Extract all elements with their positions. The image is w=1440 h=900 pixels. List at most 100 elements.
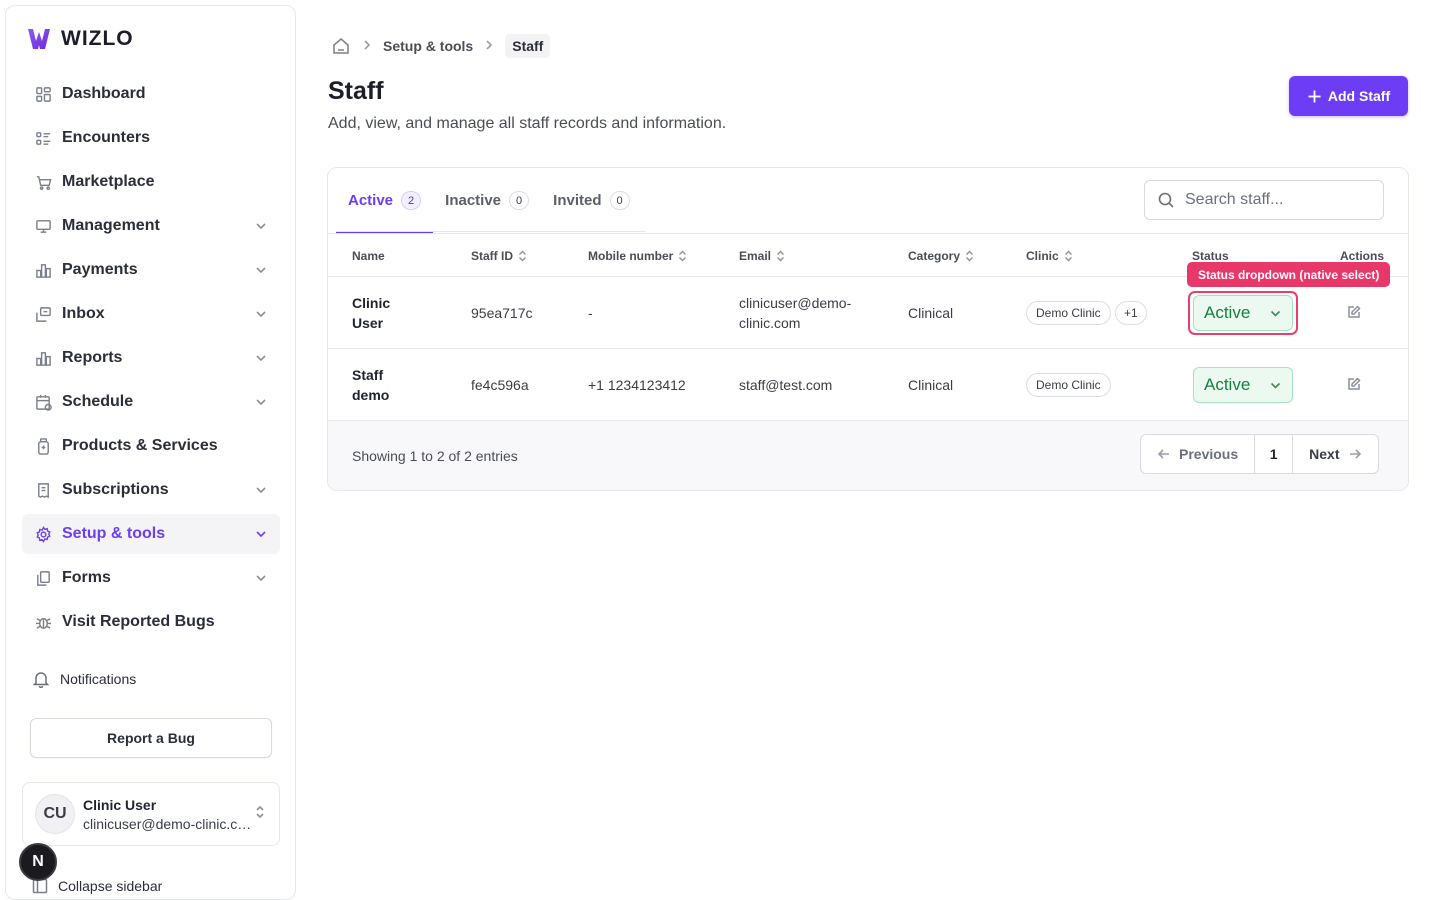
chevron-up-down-icon xyxy=(253,805,267,824)
column-header-name: Name xyxy=(352,249,385,263)
user-info: Clinic User clinicuser@demo-clinic.com xyxy=(83,797,253,832)
status-tabs: Active 2 Inactive 0 Invited 0 xyxy=(336,168,642,233)
bar-chart-icon xyxy=(34,261,52,279)
chevron-right-icon xyxy=(361,38,373,54)
chevron-down-icon xyxy=(254,307,268,321)
bug-icon xyxy=(34,613,52,631)
sidebar-item-visit-reported-bugs[interactable]: Visit Reported Bugs xyxy=(22,602,280,642)
status-dropdown-annotation: Status dropdown (native select) xyxy=(1187,262,1391,287)
entries-summary: Showing 1 to 2 of 2 entries xyxy=(352,448,518,464)
search-input[interactable] xyxy=(1185,191,1365,209)
staff-email: clinicuser@demo-clinic.com xyxy=(739,295,852,331)
report-bug-button[interactable]: Report a Bug xyxy=(30,718,272,758)
column-header-mobile[interactable]: Mobile number xyxy=(588,249,687,263)
monitor-icon xyxy=(34,217,52,235)
notifications-link[interactable]: Notifications xyxy=(32,670,136,688)
chevron-down-icon xyxy=(254,219,268,233)
status-select[interactable]: Active xyxy=(1193,295,1293,331)
breadcrumb-current: Staff xyxy=(505,34,551,58)
sidebar-item-label: Management xyxy=(62,217,160,234)
chevron-down-icon xyxy=(1270,382,1281,389)
sidebar-item-management[interactable]: Management xyxy=(22,206,280,246)
column-header-category[interactable]: Category xyxy=(908,249,974,263)
collapse-sidebar-button[interactable]: Collapse sidebar xyxy=(32,878,162,894)
page-number-button[interactable]: 1 xyxy=(1254,435,1294,473)
page-subtitle: Add, view, and manage all staff records … xyxy=(328,115,727,132)
sidebar-item-payments[interactable]: Payments xyxy=(22,250,280,290)
sort-icon xyxy=(777,250,785,262)
tab-count-badge: 0 xyxy=(609,191,630,210)
chevron-down-icon xyxy=(254,351,268,365)
next-page-button[interactable]: Next xyxy=(1293,435,1377,473)
edit-icon[interactable] xyxy=(1347,305,1363,321)
chevron-down-icon xyxy=(254,527,268,541)
tab-count-badge: 2 xyxy=(401,191,422,210)
table-footer: Showing 1 to 2 of 2 entries Previous 1 N… xyxy=(328,421,1408,490)
bar-chart-icon xyxy=(34,349,52,367)
column-header-status: Status xyxy=(1192,249,1229,263)
sidebar-item-forms[interactable]: Forms xyxy=(22,558,280,598)
sort-icon xyxy=(679,250,687,262)
tab-label: Inactive xyxy=(445,192,502,209)
staff-name: Staff demo xyxy=(352,367,390,403)
search-icon xyxy=(1158,192,1174,208)
add-staff-button[interactable]: Add Staff xyxy=(1289,76,1408,116)
collapse-sidebar-label: Collapse sidebar xyxy=(58,878,163,894)
chevron-right-icon xyxy=(483,38,495,54)
user-menu[interactable]: CU Clinic User clinicuser@demo-clinic.co… xyxy=(22,782,280,846)
staff-table-card: Active 2 Inactive 0 Invited 0 Name Staff… xyxy=(327,167,1409,491)
sidebar-item-label: Schedule xyxy=(62,393,134,410)
status-value: Active xyxy=(1204,375,1251,394)
tab-inactive[interactable]: Inactive 0 xyxy=(433,168,541,233)
column-header-email[interactable]: Email xyxy=(739,249,785,263)
sidebar-item-label: Marketplace xyxy=(62,173,155,190)
staff-mobile: +1 1234123412 xyxy=(588,377,686,393)
staff-category: Clinical xyxy=(908,377,954,393)
sidebar-nav: Dashboard Encounters Marketplace Managem… xyxy=(22,74,280,646)
home-icon[interactable] xyxy=(331,36,351,56)
sidebar-item-setup-tools[interactable]: Setup & tools xyxy=(22,514,280,554)
sidebar-item-label: Reports xyxy=(62,349,123,366)
column-header-clinic[interactable]: Clinic xyxy=(1026,249,1073,263)
files-icon xyxy=(34,569,52,587)
floating-n-badge[interactable]: N xyxy=(19,843,57,881)
sidebar-item-subscriptions[interactable]: Subscriptions xyxy=(22,470,280,510)
edit-icon[interactable] xyxy=(1347,377,1363,393)
previous-page-button[interactable]: Previous xyxy=(1141,435,1254,473)
breadcrumb-setup-tools[interactable]: Setup & tools xyxy=(383,38,473,54)
chevron-down-icon xyxy=(254,483,268,497)
bell-icon xyxy=(32,672,50,688)
sidebar-item-products-services[interactable]: Products & Services xyxy=(22,426,280,466)
tab-invited[interactable]: Invited 0 xyxy=(541,168,641,233)
sidebar-item-schedule[interactable]: Schedule xyxy=(22,382,280,422)
tab-label: Invited xyxy=(553,192,602,209)
clinic-pill: Demo Clinic xyxy=(1026,373,1111,397)
user-email: clinicuser@demo-clinic.com xyxy=(83,815,253,832)
sidebar-item-reports[interactable]: Reports xyxy=(22,338,280,378)
tab-label: Active xyxy=(348,192,394,209)
user-name: Clinic User xyxy=(83,796,157,813)
wizlo-logo-icon xyxy=(28,29,50,49)
sidebar-item-inbox[interactable]: Inbox xyxy=(22,294,280,334)
plus-icon xyxy=(1308,90,1321,102)
column-header-staff-id[interactable]: Staff ID xyxy=(471,249,527,263)
sidebar-item-label: Subscriptions xyxy=(62,481,169,498)
dashboard-icon xyxy=(34,85,52,103)
chevron-down-icon xyxy=(254,395,268,409)
column-header-actions: Actions xyxy=(1340,249,1385,263)
arrow-left-icon xyxy=(1157,449,1169,459)
arrow-right-icon xyxy=(1349,449,1361,459)
search-box[interactable] xyxy=(1144,180,1384,220)
inbox-icon xyxy=(34,305,52,323)
add-staff-label: Add Staff xyxy=(1327,88,1391,104)
pagination: Previous 1 Next xyxy=(1140,434,1379,474)
sort-icon xyxy=(966,250,974,262)
status-select[interactable]: Active xyxy=(1193,367,1293,403)
tab-active[interactable]: Active 2 xyxy=(336,168,434,233)
clinic-more-pill[interactable]: +1 xyxy=(1115,301,1147,325)
sidebar-item-encounters[interactable]: Encounters xyxy=(22,118,280,158)
sidebar-item-marketplace[interactable]: Marketplace xyxy=(22,162,280,202)
sidebar-item-dashboard[interactable]: Dashboard xyxy=(22,74,280,114)
staff-id: 95ea717c xyxy=(471,305,533,321)
brand-logo[interactable]: WIZLO xyxy=(26,26,134,52)
